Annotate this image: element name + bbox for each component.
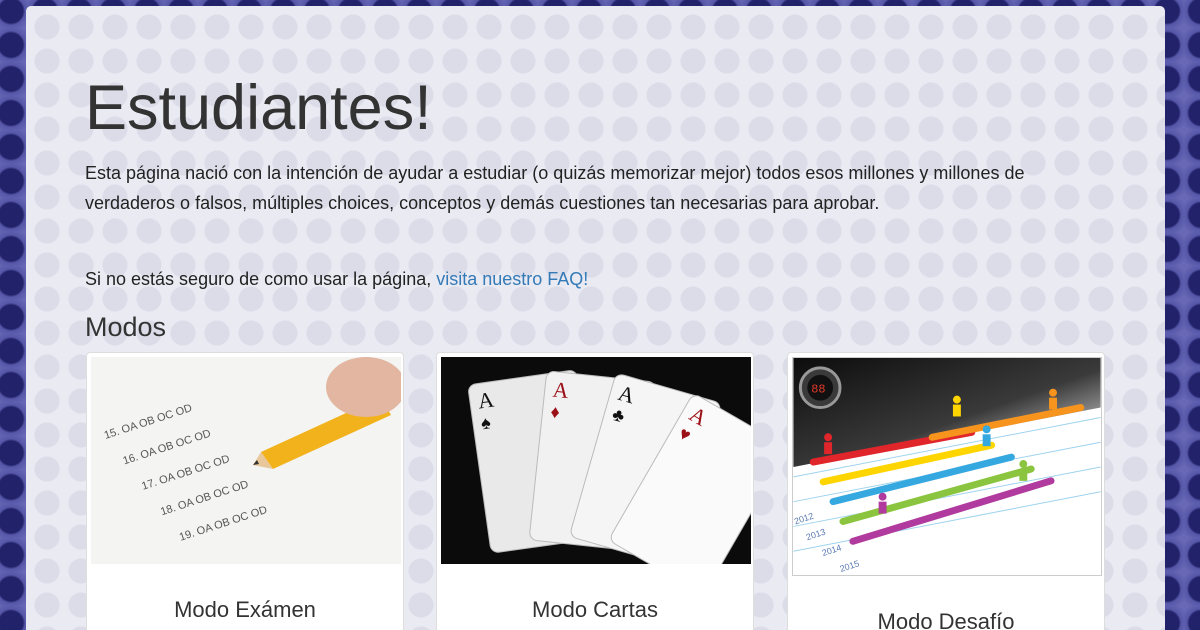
faq-prefix: Si no estás seguro de como usar la págin… — [85, 269, 437, 289]
timer-icon: 88 — [798, 366, 842, 410]
mode-exam-label[interactable]: Modo Exámen — [87, 597, 403, 623]
faq-link[interactable]: visita nuestro FAQ! — [436, 269, 588, 289]
exam-illustration: 15. OA OB OC OD 16. OA OB OC OD 17. OA O… — [91, 357, 401, 564]
mode-cards-label[interactable]: Modo Cartas — [437, 597, 753, 623]
playing-cards-image[interactable]: A ♠ A ♦ A ♣ A ♥ — [441, 357, 751, 564]
modes-title: Modos — [85, 312, 167, 342]
mode-card-challenge[interactable]: 88 2012 2013 2014 2015 Modo Desafío — [787, 352, 1105, 630]
card-rank: A — [552, 377, 571, 404]
challenge-race-image[interactable]: 88 2012 2013 2014 2015 — [792, 357, 1102, 576]
page-title: Estudiantes! — [85, 73, 432, 143]
mode-card-cards[interactable]: A ♠ A ♦ A ♣ A ♥ Modo Cartas — [436, 352, 754, 630]
challenge-illustration: 88 2012 2013 2014 2015 — [793, 358, 1101, 575]
timer-text: 88 — [811, 383, 825, 397]
cards-illustration: A ♠ A ♦ A ♣ A ♥ — [441, 357, 751, 564]
mode-card-exam[interactable]: 15. OA OB OC OD 16. OA OB OC OD 17. OA O… — [86, 352, 404, 630]
faq-line: Si no estás seguro de como usar la págin… — [85, 264, 588, 294]
mode-challenge-label[interactable]: Modo Desafío — [788, 609, 1104, 630]
main-panel: Estudiantes! Esta página nació con la in… — [26, 6, 1165, 630]
intro-paragraph: Esta página nació con la intención de ay… — [85, 163, 1025, 213]
exam-answer-sheet-image[interactable]: 15. OA OB OC OD 16. OA OB OC OD 17. OA O… — [91, 357, 401, 564]
page: { "header": { "title": "Estudiantes!", "… — [0, 0, 1200, 630]
